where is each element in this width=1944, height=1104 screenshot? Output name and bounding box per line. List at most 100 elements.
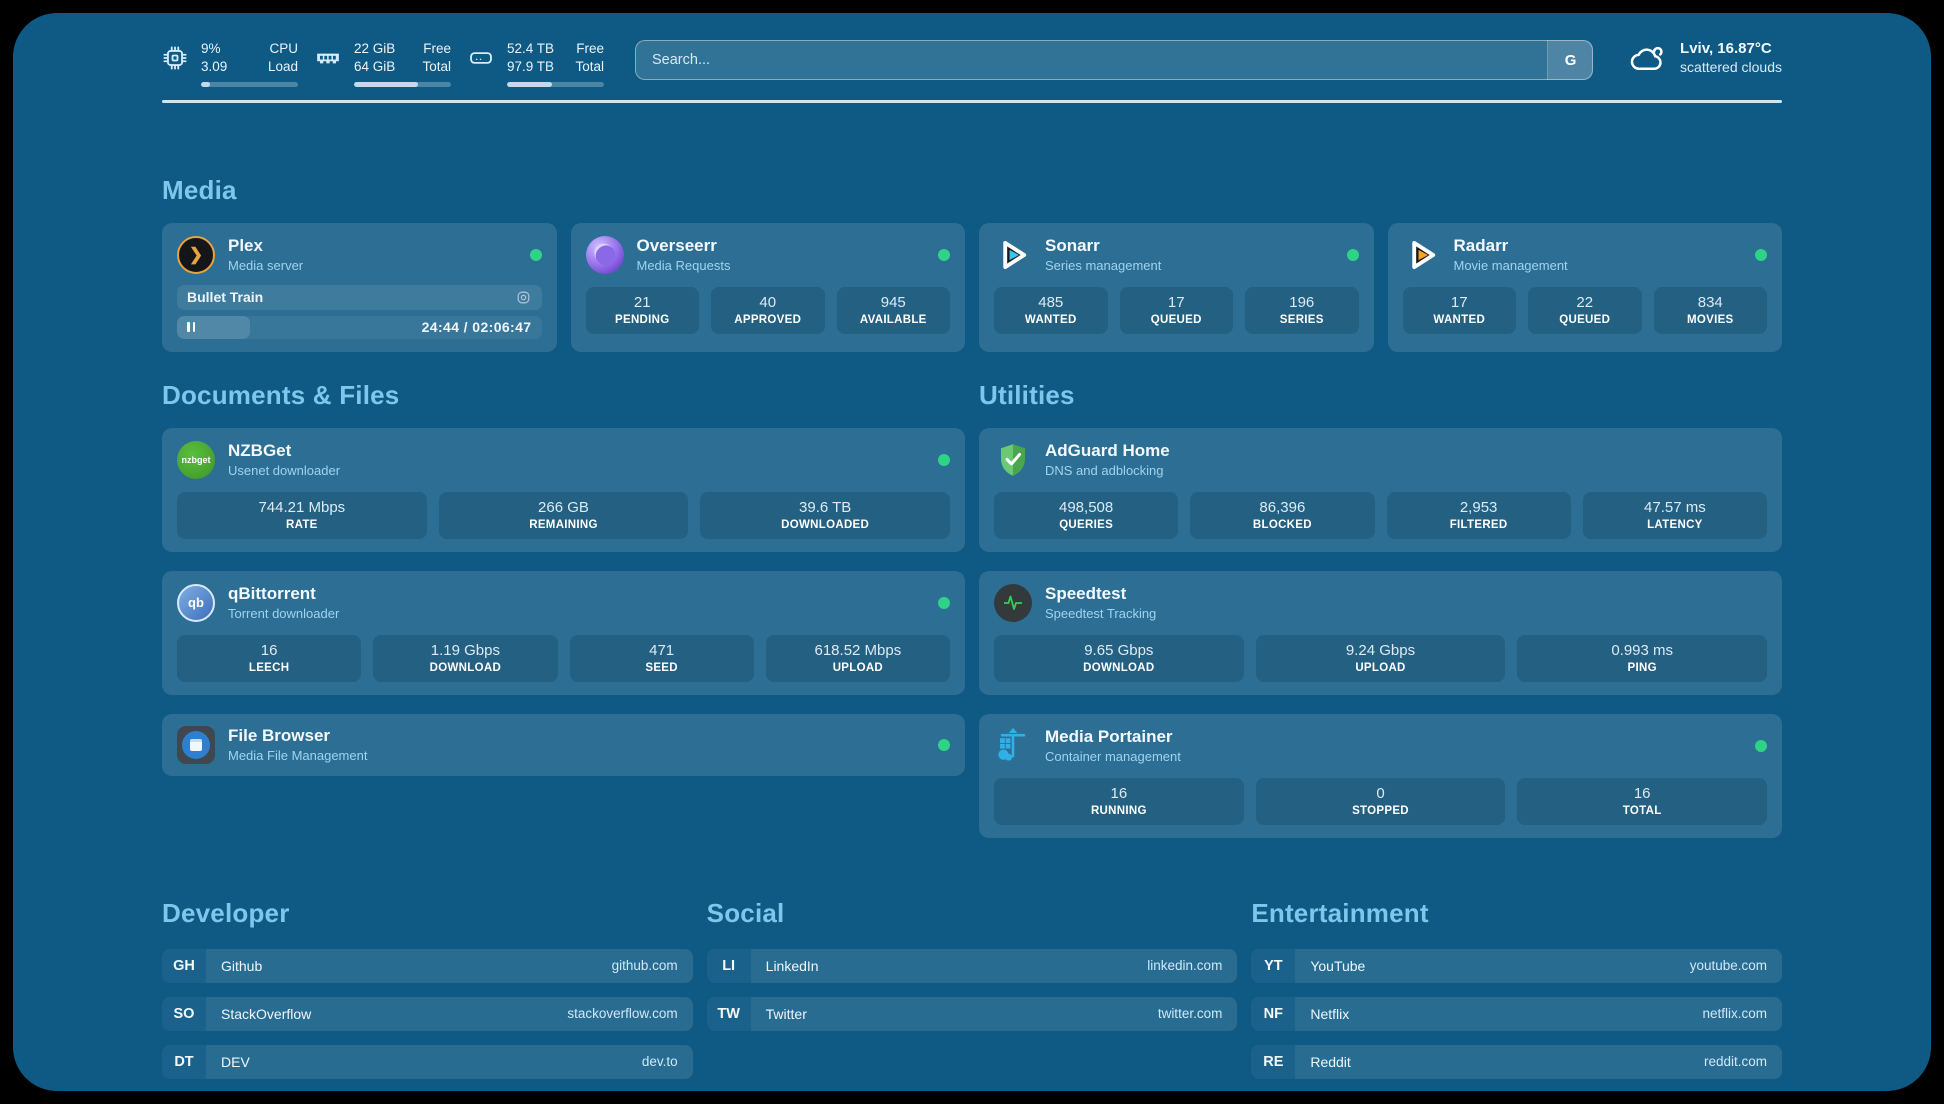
status-online-dot bbox=[938, 454, 950, 466]
app-card-sonarr[interactable]: Sonarr Series management 485 WANTED 17 Q… bbox=[979, 223, 1374, 352]
app-subtitle: DNS and adblocking bbox=[1045, 463, 1170, 478]
session-settings-icon[interactable] bbox=[515, 289, 532, 306]
memory-total-label: Total bbox=[422, 58, 451, 76]
stat-rate: 744.21 Mbps RATE bbox=[177, 492, 427, 539]
app-subtitle: Usenet downloader bbox=[228, 463, 340, 478]
status-online-dot bbox=[938, 249, 950, 261]
bookmark-url: github.com bbox=[612, 958, 678, 973]
memory-icon bbox=[315, 45, 341, 71]
stat-seed: 471 SEED bbox=[570, 635, 754, 682]
filebrowser-logo-icon bbox=[177, 726, 215, 764]
bookmark-stackoverflow[interactable]: SO StackOverflow stackoverflow.com bbox=[162, 997, 693, 1031]
app-card-speedtest[interactable]: Speedtest Speedtest Tracking 9.65 Gbps D… bbox=[979, 571, 1782, 695]
app-name: Plex bbox=[228, 236, 303, 256]
app-card-plex[interactable]: ❯ Plex Media server Bullet Train bbox=[162, 223, 557, 352]
search-input[interactable] bbox=[635, 40, 1593, 80]
bookmark-dev[interactable]: DT DEV dev.to bbox=[162, 1045, 693, 1079]
stat-queued: 22 QUEUED bbox=[1528, 287, 1642, 334]
bookmark-url: stackoverflow.com bbox=[567, 1006, 677, 1021]
app-card-qbittorrent[interactable]: qb qBittorrent Torrent downloader 16 LEE… bbox=[162, 571, 965, 695]
cpu-progress-bar bbox=[201, 82, 298, 87]
cpu-load-label: Load bbox=[268, 58, 298, 76]
cpu-stat-widget: 9% 3.09 CPU Load bbox=[162, 40, 298, 87]
disk-total-label: Total bbox=[575, 58, 604, 76]
memory-free-value: 22 GiB bbox=[354, 40, 395, 58]
search-bar: G bbox=[635, 40, 1593, 80]
status-online-dot bbox=[1347, 249, 1359, 261]
stat-queries: 498,508 QUERIES bbox=[994, 492, 1178, 539]
disk-total-value: 97.9 TB bbox=[507, 58, 554, 76]
bookmark-name: Twitter bbox=[766, 1006, 807, 1022]
stat-wanted: 17 WANTED bbox=[1403, 287, 1517, 334]
bookmark-linkedin[interactable]: LI LinkedIn linkedin.com bbox=[707, 949, 1238, 983]
stat-movies: 834 MOVIES bbox=[1654, 287, 1768, 334]
bookmark-name: Github bbox=[221, 958, 262, 974]
stat-filtered: 2,953 FILTERED bbox=[1387, 492, 1571, 539]
now-playing-row: Bullet Train bbox=[177, 285, 542, 310]
app-card-portainer[interactable]: Media Portainer Container management 16 … bbox=[979, 714, 1782, 838]
app-name: Speedtest bbox=[1045, 584, 1156, 604]
bookmark-section-social: Social LI LinkedIn linkedin.com TW Twitt… bbox=[707, 898, 1238, 1079]
bookmark-reddit[interactable]: RE Reddit reddit.com bbox=[1251, 1045, 1782, 1079]
app-card-filebrowser[interactable]: File Browser Media File Management bbox=[162, 714, 965, 776]
stat-remaining: 266 GB REMAINING bbox=[439, 492, 689, 539]
app-card-nzbget[interactable]: nzbget NZBGet Usenet downloader 744.21 M… bbox=[162, 428, 965, 552]
cpu-icon bbox=[162, 45, 188, 71]
app-card-adguard[interactable]: AdGuard Home DNS and adblocking 498,508 … bbox=[979, 428, 1782, 552]
status-online-dot bbox=[938, 739, 950, 751]
section-documents: Documents & Files nzbget NZBGet Usenet d… bbox=[162, 380, 965, 776]
weather-widget: Lviv, 16.87°C scattered clouds bbox=[1629, 40, 1782, 75]
app-name: AdGuard Home bbox=[1045, 441, 1170, 461]
app-name: File Browser bbox=[228, 726, 367, 746]
radarr-logo-icon bbox=[1403, 236, 1441, 274]
bookmark-url: youtube.com bbox=[1690, 958, 1767, 973]
bookmark-abbr: YT bbox=[1251, 949, 1295, 983]
bookmark-name: StackOverflow bbox=[221, 1006, 311, 1022]
bookmark-name: YouTube bbox=[1310, 958, 1365, 974]
app-subtitle: Container management bbox=[1045, 749, 1181, 764]
playback-progress-row: 24:44 / 02:06:47 bbox=[177, 316, 542, 339]
status-online-dot bbox=[1755, 249, 1767, 261]
app-name: qBittorrent bbox=[228, 584, 339, 604]
utilities-section-title: Utilities bbox=[979, 380, 1782, 411]
app-name: Overseerr bbox=[637, 236, 731, 256]
bookmark-section-entertainment: Entertainment YT YouTube youtube.com NF … bbox=[1251, 898, 1782, 1079]
disk-stat-widget: 52.4 TB 97.9 TB Free Total bbox=[468, 40, 604, 87]
bookmark-youtube[interactable]: YT YouTube youtube.com bbox=[1251, 949, 1782, 983]
now-playing-title: Bullet Train bbox=[187, 289, 263, 305]
bookmark-section-developer: Developer GH Github github.com SO StackO… bbox=[162, 898, 693, 1079]
stat-approved: 40 APPROVED bbox=[711, 287, 825, 334]
stat-upload: 9.24 Gbps UPLOAD bbox=[1256, 635, 1506, 682]
section-media: Media ❯ Plex Media server Bullet Train bbox=[162, 175, 1782, 352]
social-section-title: Social bbox=[707, 898, 1238, 929]
stat-available: 945 AVAILABLE bbox=[837, 287, 951, 334]
top-bar: 9% 3.09 CPU Load bbox=[162, 40, 1782, 87]
app-subtitle: Media server bbox=[228, 258, 303, 273]
bookmark-abbr: SO bbox=[162, 997, 206, 1031]
stat-download: 1.19 Gbps DOWNLOAD bbox=[373, 635, 557, 682]
app-subtitle: Movie management bbox=[1454, 258, 1568, 273]
bookmark-name: LinkedIn bbox=[766, 958, 819, 974]
stat-stopped: 0 STOPPED bbox=[1256, 778, 1506, 825]
bookmark-netflix[interactable]: NF Netflix netflix.com bbox=[1251, 997, 1782, 1031]
stat-total: 16 TOTAL bbox=[1517, 778, 1767, 825]
adguard-logo-icon bbox=[994, 441, 1032, 479]
status-online-dot bbox=[530, 249, 542, 261]
bookmark-github[interactable]: GH Github github.com bbox=[162, 949, 693, 983]
memory-progress-bar bbox=[354, 82, 451, 87]
developer-section-title: Developer bbox=[162, 898, 693, 929]
app-subtitle: Media File Management bbox=[228, 748, 367, 763]
stat-latency: 47.57 ms LATENCY bbox=[1583, 492, 1767, 539]
search-engine-button[interactable]: G bbox=[1547, 40, 1593, 80]
disk-icon bbox=[468, 45, 494, 71]
bookmark-twitter[interactable]: TW Twitter twitter.com bbox=[707, 997, 1238, 1031]
status-online-dot bbox=[938, 597, 950, 609]
stat-upload: 618.52 Mbps UPLOAD bbox=[766, 635, 950, 682]
overseerr-logo-icon bbox=[586, 236, 624, 274]
bookmark-url: dev.to bbox=[642, 1054, 678, 1069]
app-card-overseerr[interactable]: Overseerr Media Requests 21 PENDING 40 A… bbox=[571, 223, 966, 352]
pause-icon[interactable] bbox=[187, 322, 195, 332]
app-card-radarr[interactable]: Radarr Movie management 17 WANTED 22 QUE… bbox=[1388, 223, 1783, 352]
bookmark-url: reddit.com bbox=[1704, 1054, 1767, 1069]
cpu-load-value: 3.09 bbox=[201, 58, 227, 76]
